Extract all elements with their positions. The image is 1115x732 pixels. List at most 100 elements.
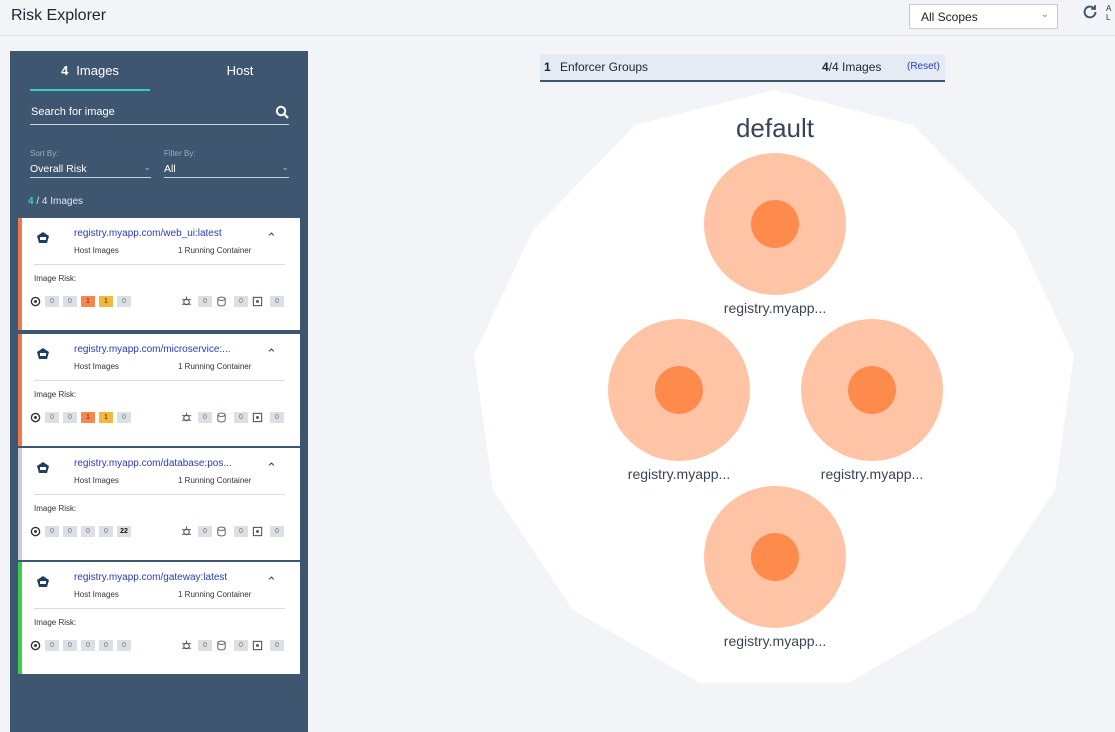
sensitive-data-icon — [252, 412, 263, 423]
running-containers: 1 Running Container — [178, 362, 252, 371]
vulnerability-icon — [30, 640, 41, 651]
vulnerability-count-badge: 1 — [81, 296, 95, 307]
sort-by-select[interactable]: Overall Risk ⌄ — [30, 161, 151, 178]
image-search-input[interactable]: Search for image — [30, 103, 289, 125]
image-card[interactable]: registry.myapp.com/gateway:latest Host Im… — [18, 562, 300, 674]
vulnerability-count-badge: 0 — [99, 640, 113, 651]
vulnerability-count-badge: 0 — [63, 526, 77, 537]
vulnerability-count-badge: 0 — [81, 640, 95, 651]
vulnerability-count-badge: 22 — [117, 526, 131, 537]
chevron-down-icon: ⌄ — [281, 162, 289, 172]
risk-count-badge: 0 — [198, 296, 212, 307]
scope-select[interactable]: All Scopes ⌄ — [909, 4, 1058, 29]
vulnerability-icon — [30, 296, 41, 307]
chevron-up-icon[interactable]: ⌃ — [266, 230, 277, 246]
image-count: 4 / 4 Images — [28, 196, 83, 207]
malware-icon — [181, 296, 192, 306]
image-name-link[interactable]: registry.myapp.com/microservice:... — [74, 344, 264, 355]
vulnerability-count-badge: 0 — [45, 526, 59, 537]
risk-count-badge: 0 — [234, 526, 248, 537]
malware-icon — [181, 526, 192, 536]
risk-count-badge: 0 — [234, 412, 248, 423]
image-node-label: registry.myapp... — [820, 466, 924, 482]
running-containers: 1 Running Container — [178, 590, 252, 599]
enforcer-groups-label: Enforcer Groups — [560, 60, 649, 74]
chevron-up-icon[interactable]: ⌃ — [266, 346, 277, 362]
risk-count-badge: 0 — [270, 526, 284, 537]
group-title: default — [735, 113, 815, 143]
image-count-total: / 4 Images — [33, 196, 84, 207]
risk-summary: 0 0 0 0 22 0 0 0 — [30, 526, 294, 538]
search-icon[interactable] — [275, 105, 289, 119]
enforcer-groups-bar: 1 Enforcer Groups 4/4 Images (Reset) — [540, 54, 945, 82]
vulnerability-count-badge: 0 — [117, 640, 131, 651]
database-icon — [217, 296, 226, 307]
tab-host[interactable]: Host — [180, 63, 300, 91]
tab-images[interactable]: 4 Images — [30, 63, 150, 91]
vulnerability-count-badge: 0 — [45, 640, 59, 651]
filter-by-value: All — [164, 163, 176, 175]
image-type: Host Images — [74, 590, 119, 599]
docker-icon — [37, 232, 49, 243]
filter-by-select[interactable]: All ⌄ — [164, 161, 289, 178]
docker-icon — [37, 576, 49, 587]
docker-icon — [37, 348, 49, 359]
risk-count-badge: 0 — [234, 296, 248, 307]
database-icon — [217, 640, 226, 651]
risk-count-badge: 0 — [198, 412, 212, 423]
card-divider — [34, 494, 285, 495]
image-node-label: registry.myapp... — [627, 466, 731, 482]
tab-images-count: 4 — [61, 63, 69, 78]
risk-count-badge: 0 — [198, 640, 212, 651]
image-name-link[interactable]: registry.myapp.com/gateway:latest — [74, 572, 264, 583]
card-divider — [34, 380, 285, 381]
vulnerability-icon — [30, 526, 41, 537]
malware-icon — [181, 412, 192, 422]
images-total: /4 Images — [828, 60, 882, 74]
image-card[interactable]: registry.myapp.com/microservice:... Host … — [18, 334, 300, 446]
image-name-link[interactable]: registry.myapp.com/database:pos... — [74, 458, 264, 469]
image-risk-label: Image Risk: — [34, 504, 77, 513]
card-divider — [34, 608, 285, 609]
database-icon — [217, 526, 226, 537]
truncated-header-text: A L — [1106, 4, 1111, 22]
chevron-down-icon: ⌄ — [1040, 9, 1049, 20]
image-node-core — [751, 533, 799, 581]
sensitive-data-icon — [252, 526, 263, 537]
vulnerability-count-badge: 0 — [63, 296, 77, 307]
vulnerability-count-badge: 0 — [81, 526, 95, 537]
malware-icon — [181, 640, 192, 650]
images-shown: 4 — [822, 60, 829, 74]
sort-by-label: Sort By: — [30, 149, 59, 158]
refresh-icon[interactable] — [1081, 3, 1099, 21]
vulnerability-count-badge: 1 — [99, 296, 113, 307]
top-header: Risk Explorer All Scopes ⌄ A L — [0, 0, 1115, 36]
risk-count-badge: 0 — [270, 296, 284, 307]
image-card[interactable]: registry.myapp.com/web_ui:latest Host Ima… — [18, 218, 300, 330]
reset-link[interactable]: (Reset) — [907, 61, 940, 72]
image-node-label: registry.myapp... — [723, 633, 827, 649]
running-containers: 1 Running Container — [178, 476, 252, 485]
image-node[interactable] — [704, 486, 846, 628]
risk-count-badge: 0 — [270, 640, 284, 651]
docker-icon — [37, 462, 49, 473]
page-title: Risk Explorer — [11, 7, 107, 24]
vulnerability-count-badge: 0 — [63, 412, 77, 423]
image-node-core — [848, 366, 896, 414]
image-node[interactable] — [704, 153, 846, 295]
vulnerability-count-badge: 0 — [99, 526, 113, 537]
vulnerability-icon — [30, 412, 41, 423]
image-name-link[interactable]: registry.myapp.com/web_ui:latest — [74, 228, 264, 239]
chevron-up-icon[interactable]: ⌃ — [266, 574, 277, 590]
image-node[interactable] — [608, 319, 750, 461]
risk-count-badge: 0 — [198, 526, 212, 537]
scope-select-value: All Scopes — [921, 10, 978, 24]
chevron-up-icon[interactable]: ⌃ — [266, 460, 277, 476]
chevron-down-icon: ⌄ — [143, 162, 151, 172]
sort-by-value: Overall Risk — [30, 163, 87, 175]
image-card[interactable]: registry.myapp.com/database:pos... Host I… — [18, 448, 300, 560]
search-placeholder: Search for image — [31, 106, 115, 118]
image-node[interactable] — [801, 319, 943, 461]
enforcer-group-count: 1 — [544, 60, 551, 74]
vulnerability-count-badge: 0 — [45, 296, 59, 307]
